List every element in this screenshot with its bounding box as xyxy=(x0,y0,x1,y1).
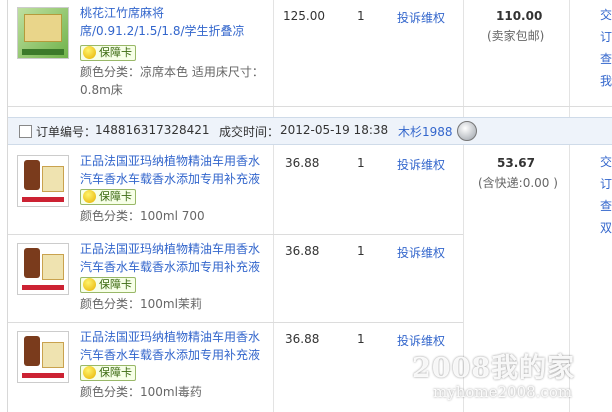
order-status-links[interactable]: 交 订 查 我 xyxy=(600,4,612,92)
status-line[interactable]: 查 xyxy=(600,48,612,70)
status-line[interactable]: 交 xyxy=(600,4,612,26)
product-thumbnail[interactable] xyxy=(17,331,69,383)
order-checkbox[interactable] xyxy=(19,125,32,138)
complain-link[interactable]: 投诉维权 xyxy=(397,156,445,173)
box-image xyxy=(42,166,64,192)
item-divider xyxy=(8,234,463,235)
item-divider xyxy=(8,322,463,323)
status-line[interactable]: 订 xyxy=(600,173,612,195)
status-line[interactable]: 订 xyxy=(600,26,612,48)
mat-image xyxy=(24,14,62,42)
site-watermark: 2008我的家 xyxy=(412,353,576,384)
box-image xyxy=(42,342,64,368)
seller-link[interactable]: 木杉1988 xyxy=(398,123,453,140)
product-thumbnail[interactable] xyxy=(17,155,69,207)
unit-price: 36.88 xyxy=(285,332,320,346)
complain-link[interactable]: 投诉维权 xyxy=(397,244,445,261)
status-line[interactable]: 查 xyxy=(600,195,612,217)
coin-icon xyxy=(83,366,96,379)
order-time: 2012-05-19 18:38 xyxy=(280,123,389,137)
badge-label: 保障卡 xyxy=(99,366,132,379)
site-watermark-url: myhome2008.com xyxy=(433,383,573,401)
bottle-image xyxy=(24,160,40,190)
complain-link[interactable]: 投诉维权 xyxy=(397,9,445,26)
product-attributes: 颜色分类：100ml 700 xyxy=(80,209,205,223)
order-no-label: 订单编号： xyxy=(36,125,97,139)
product-title-link[interactable]: 正品法国亚玛纳植物精油车用香水汽车香水车载香水添加专用补充液 xyxy=(80,328,262,364)
shipping-note: (含快递:0.00 ) xyxy=(478,176,558,190)
badge-label: 保障卡 xyxy=(99,190,132,203)
label-strip xyxy=(22,373,64,378)
status-line[interactable]: 我 xyxy=(600,70,612,92)
product-title-link[interactable]: 桃花江竹席麻将席/0.91.2/1.5/1.8/学生折叠凉 xyxy=(80,4,262,40)
coin-icon xyxy=(83,278,96,291)
product-attributes: 颜色分类：100ml毒药 xyxy=(80,385,202,399)
product-attributes: 颜色分类：100ml茉莉 xyxy=(80,297,202,311)
order-status-links[interactable]: 交 订 查 双 xyxy=(600,151,612,239)
product-title-link[interactable]: 正品法国亚玛纳植物精油车用香水汽车香水车载香水添加专用补充液 xyxy=(80,240,262,276)
label-strip xyxy=(22,285,64,290)
bottle-image xyxy=(24,336,40,366)
quantity: 1 xyxy=(357,156,365,170)
guarantee-badge[interactable]: 保障卡 xyxy=(80,45,136,61)
order-no: 148816317328421 xyxy=(95,123,210,137)
product-attributes: 颜色分类：凉席本色 适用床尺寸：0.8m床 xyxy=(80,65,264,97)
order-header: 订单编号： 148816317328421 成交时间： 2012-05-19 1… xyxy=(8,117,612,145)
coin-icon xyxy=(83,190,96,203)
product-title-link[interactable]: 正品法国亚玛纳植物精油车用香水汽车香水车载香水添加专用补充液 xyxy=(80,152,262,188)
shipping-note: (卖家包邮) xyxy=(487,29,545,43)
guarantee-badge[interactable]: 保障卡 xyxy=(80,189,136,205)
order-divider xyxy=(8,106,612,107)
order-total: 53.67 xyxy=(497,156,535,170)
guarantee-badge[interactable]: 保障卡 xyxy=(80,277,136,293)
quantity: 1 xyxy=(357,9,365,23)
order-total: 110.00 xyxy=(496,9,543,23)
label-strip xyxy=(22,49,64,55)
status-line[interactable]: 交 xyxy=(600,151,612,173)
unit-price: 36.88 xyxy=(285,156,320,170)
unit-price: 125.00 xyxy=(283,9,325,23)
box-image xyxy=(42,254,64,280)
badge-label: 保障卡 xyxy=(99,46,132,59)
product-thumbnail[interactable] xyxy=(17,243,69,295)
time-label: 成交时间： xyxy=(219,125,280,139)
wangwang-chat-icon[interactable] xyxy=(457,121,477,141)
quantity: 1 xyxy=(357,244,365,258)
guarantee-badge[interactable]: 保障卡 xyxy=(80,365,136,381)
label-strip xyxy=(22,197,64,202)
product-thumbnail[interactable] xyxy=(17,7,69,59)
status-line[interactable]: 双 xyxy=(600,217,612,239)
quantity: 1 xyxy=(357,332,365,346)
coin-icon xyxy=(83,46,96,59)
unit-price: 36.88 xyxy=(285,244,320,258)
bottle-image xyxy=(24,248,40,278)
badge-label: 保障卡 xyxy=(99,278,132,291)
col-divider xyxy=(273,0,274,412)
